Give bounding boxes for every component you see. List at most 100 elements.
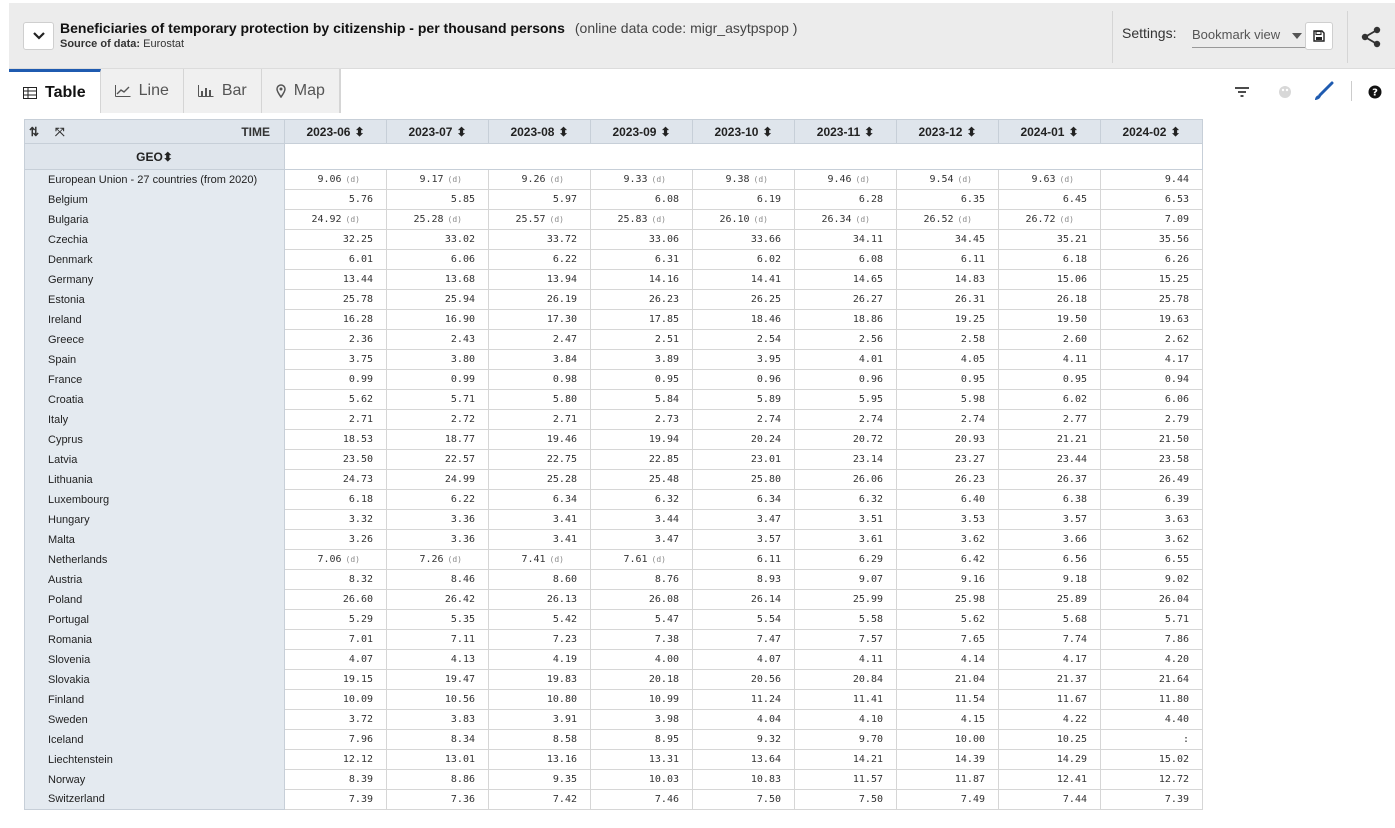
column-header[interactable]: 2024-02 ⬍ <box>1100 119 1203 144</box>
geo-row-label[interactable]: Switzerland <box>24 789 285 810</box>
cell-value: 2.51 <box>654 334 679 345</box>
geo-row-label[interactable]: Finland <box>24 689 285 710</box>
palette-button[interactable] <box>1274 81 1296 103</box>
cell-value: 6.56 <box>1062 554 1087 565</box>
geo-row-label[interactable]: Slovenia <box>24 649 285 670</box>
table-cell: 3.91 <box>488 709 591 730</box>
cell-value: 9.18 <box>1062 574 1087 585</box>
cell-value: 19.47 <box>444 674 475 685</box>
table-cell: 19.46 <box>488 429 591 450</box>
brush-button[interactable] <box>1312 81 1334 103</box>
geo-row-label[interactable]: Romania <box>24 629 285 650</box>
geo-row-label[interactable]: Belgium <box>24 189 285 210</box>
table-cell: 11.54 <box>896 689 999 710</box>
geo-row-label[interactable]: Liechtenstein <box>24 749 285 770</box>
table-cell: 9.07 <box>794 569 897 590</box>
table-cell: 18.86 <box>794 309 897 330</box>
column-header[interactable]: 2024-01 ⬍ <box>998 119 1101 144</box>
share-button[interactable] <box>1358 23 1384 51</box>
cell-value: 26.27 <box>852 294 883 305</box>
table-cell: 7.86 <box>1100 629 1203 650</box>
column-header[interactable]: 2023-08 ⬍ <box>488 119 591 144</box>
geo-row-label[interactable]: Austria <box>24 569 285 590</box>
table-cell: 4.17 <box>1100 349 1203 370</box>
table-cell: 9.02 <box>1100 569 1203 590</box>
table-cell: 7.39 <box>1100 789 1203 810</box>
table-cell: 5.68 <box>998 609 1101 630</box>
tab-map[interactable]: Map <box>261 69 340 113</box>
geo-dimension-header[interactable]: GEO⬍ <box>24 143 285 170</box>
cell-value: 25.78 <box>1158 294 1189 305</box>
geo-row-label[interactable]: Slovakia <box>24 669 285 690</box>
geo-row-label[interactable]: Ireland <box>24 309 285 330</box>
table-cell: 5.71 <box>386 389 489 410</box>
expand-icon[interactable]: ⤧ <box>55 125 65 140</box>
geo-row-label[interactable]: Poland <box>24 589 285 610</box>
table-cell: 25.57 (d) <box>488 209 591 230</box>
cell-value: 18.53 <box>342 434 373 445</box>
cell-value: 2.74 <box>756 414 781 425</box>
cell-value: 26.49 <box>1158 474 1189 485</box>
table-cell: 9.54 (d) <box>896 169 999 190</box>
time-header-row: ⇅ ⤧ TIME 2023-06 ⬍ 2023-07 ⬍ 2023-08 ⬍ 2023… <box>24 119 1203 144</box>
filter-button[interactable] <box>1231 81 1253 103</box>
save-button[interactable] <box>1305 22 1333 50</box>
column-header[interactable]: 2023-12 ⬍ <box>896 119 999 144</box>
geo-row-label[interactable]: Hungary <box>24 509 285 530</box>
cell-value: 10.09 <box>342 694 373 705</box>
cell-value: 7.57 <box>858 634 883 645</box>
cell-value: 6.08 <box>654 194 679 205</box>
data-table: ⇅ ⤧ TIME 2023-06 ⬍ 2023-07 ⬍ 2023-08 ⬍ 2023… <box>24 119 1203 810</box>
geo-row-label[interactable]: Estonia <box>24 289 285 310</box>
geo-row-label[interactable]: Czechia <box>24 229 285 250</box>
geo-row-label[interactable]: Portugal <box>24 609 285 630</box>
cell-value: 10.00 <box>954 734 985 745</box>
column-header[interactable]: 2023-10 ⬍ <box>692 119 795 144</box>
geo-row-label[interactable]: Bulgaria <box>24 209 285 230</box>
geo-row-label[interactable]: Italy <box>24 409 285 430</box>
geo-row-label[interactable]: Norway <box>24 769 285 790</box>
geo-row-label[interactable]: Denmark <box>24 249 285 270</box>
geo-row-label[interactable]: Latvia <box>24 449 285 470</box>
cell-value: 13.64 <box>750 754 781 765</box>
geo-row-label[interactable]: Netherlands <box>24 549 285 570</box>
geo-row-label[interactable]: Lithuania <box>24 469 285 490</box>
tab-table[interactable]: Table <box>9 69 101 113</box>
geo-row-label[interactable]: European Union - 27 countries (from 2020… <box>24 169 285 190</box>
tab-line[interactable]: Line <box>100 69 184 113</box>
geo-row-label[interactable]: Spain <box>24 349 285 370</box>
geo-row-label[interactable]: France <box>24 369 285 390</box>
geo-row-label[interactable]: Luxembourg <box>24 489 285 510</box>
cell-value: 6.22 <box>552 254 577 265</box>
cell-value: 5.98 <box>960 394 985 405</box>
table-cell: 23.58 <box>1100 449 1203 470</box>
cell-value: 9.35 <box>552 774 577 785</box>
cell-value: 7.11 <box>450 634 475 645</box>
geo-row-label[interactable]: Sweden <box>24 709 285 730</box>
collapse-button[interactable] <box>23 22 54 50</box>
column-header[interactable]: 2023-07 ⬍ <box>386 119 489 144</box>
table-cell: 19.15 <box>284 669 387 690</box>
geo-row-label[interactable]: Germany <box>24 269 285 290</box>
geo-row-label[interactable]: Greece <box>24 329 285 350</box>
cell-value: 8.58 <box>552 734 577 745</box>
column-header[interactable]: 2023-06 ⬍ <box>284 119 387 144</box>
table-cell: 20.72 <box>794 429 897 450</box>
help-button[interactable]: ? <box>1364 81 1386 103</box>
table-cell: 25.28 <box>488 469 591 490</box>
geo-row-label[interactable]: Cyprus <box>24 429 285 450</box>
column-header[interactable]: 2023-11 ⬍ <box>794 119 897 144</box>
cell-value: 6.35 <box>960 194 985 205</box>
cell-value: 16.28 <box>342 314 373 325</box>
cell-value: 10.80 <box>546 694 577 705</box>
table-cell: 10.80 <box>488 689 591 710</box>
column-header[interactable]: 2023-09 ⬍ <box>590 119 693 144</box>
tab-bar[interactable]: Bar <box>183 69 262 113</box>
geo-row-label[interactable]: Croatia <box>24 389 285 410</box>
cell-value: 3.57 <box>1062 514 1087 525</box>
geo-row-label[interactable]: Malta <box>24 529 285 550</box>
bookmark-view-select[interactable]: Bookmark view <box>1192 24 1306 48</box>
geo-row-label[interactable]: Iceland <box>24 729 285 750</box>
swap-axes-icon[interactable]: ⇅ <box>29 125 39 139</box>
cell-value: 2.54 <box>756 334 781 345</box>
